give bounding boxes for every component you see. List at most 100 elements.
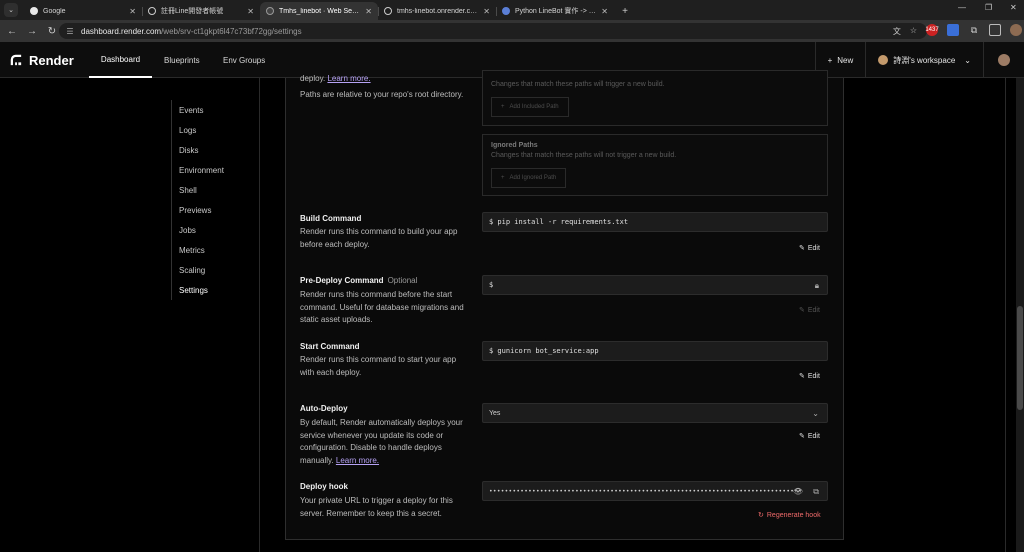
close-icon[interactable]: ✕	[365, 7, 372, 16]
predeploy-command-desc: Render runs this command before the star…	[300, 290, 464, 324]
google-icon	[30, 7, 38, 15]
scrollbar-thumb[interactable]	[1017, 306, 1023, 410]
address-bar-row: ← → ↻ ☰ dashboard.render.com/web/srv-ct1…	[0, 20, 1024, 42]
auto-deploy-value: Yes	[489, 409, 501, 417]
regenerate-hook-button[interactable]: ↻ Regenerate hook	[758, 511, 821, 520]
browser-tab-onrender[interactable]: tmhs-linebot.onrender.com ✕	[378, 2, 496, 20]
translate-icon[interactable]: 文	[893, 26, 901, 37]
extension-icon[interactable]	[947, 24, 959, 36]
tab-search-icon[interactable]: ⌄	[4, 3, 18, 17]
sidebar-item-disks[interactable]: Disks	[172, 140, 231, 160]
sidebar-item-settings[interactable]: Settings	[172, 280, 231, 300]
learn-more-link[interactable]: Learn more.	[327, 74, 370, 83]
add-ignored-label: Add Ignored Path	[509, 175, 557, 181]
site-info-icon[interactable]: ☰	[65, 26, 75, 36]
build-command-edit-button[interactable]: ✎ Edit	[799, 244, 820, 253]
tab-title: Python LineBot 實作 -> 註冊H	[515, 8, 597, 15]
side-panel-icon[interactable]	[989, 24, 1001, 36]
regenerate-label: Regenerate hook	[766, 511, 821, 519]
copy-icon[interactable]: ⧉	[813, 487, 819, 497]
bookmark-star-icon[interactable]: ☆	[910, 26, 917, 37]
sidebar-item-metrics[interactable]: Metrics	[172, 240, 231, 260]
browser-tab-strip: ⌄ Google ✕ 註冊Line開發者帳號 ✕ Tmhs_linebot · …	[0, 0, 1024, 20]
workspace-name: 詩淵's workspace	[893, 55, 956, 65]
close-icon[interactable]: ✕	[247, 7, 254, 16]
deploy-hook-desc: Your private URL to trigger a deploy for…	[300, 496, 453, 518]
lock-icon: 🔒︎	[814, 281, 819, 290]
render-logo[interactable]: Render	[10, 53, 74, 68]
learn-more-link[interactable]: Learn more.	[336, 456, 379, 465]
tab-title: Tmhs_linebot · Web Service	[279, 7, 362, 15]
close-icon[interactable]: ✕	[483, 7, 490, 16]
start-command-field: $ gunicorn bot_service:app	[482, 341, 828, 361]
back-icon[interactable]: ←	[4, 23, 20, 39]
puzzle-icon[interactable]: ⧉	[968, 24, 980, 36]
browser-tab-google[interactable]: Google ✕	[24, 2, 142, 20]
auto-deploy-desc-text: By default, Render automatically deploys…	[300, 418, 463, 465]
pencil-icon: ✎	[799, 373, 805, 380]
chevron-down-icon: ⌄	[964, 55, 971, 65]
eye-icon[interactable]: 👁︎	[793, 487, 803, 496]
auto-deploy-select[interactable]: Yes ⌄	[482, 403, 828, 423]
browser-tab-render[interactable]: Tmhs_linebot · Web Service ✕	[260, 2, 378, 20]
edit-label: Edit	[807, 306, 820, 314]
browser-tab-python-linebot[interactable]: Python LineBot 實作 -> 註冊H ✕	[496, 2, 614, 20]
page-scrollbar[interactable]	[1016, 78, 1024, 552]
ignored-paths-title: Ignored Paths	[491, 142, 538, 149]
extension-badge-icon[interactable]: 1437	[925, 24, 939, 36]
deploy-hook-field: ••••••••••••••••••••••••••••••••••••••••…	[482, 481, 828, 501]
tab-title: tmhs-linebot.onrender.com	[397, 7, 480, 15]
close-icon[interactable]: ✕	[129, 7, 136, 16]
predeploy-command-title: Pre-Deploy Command Optional	[300, 276, 417, 285]
service-sidebar: Events Logs Disks Environment Shell Prev…	[171, 100, 231, 300]
user-menu[interactable]	[983, 42, 1024, 78]
sidebar-item-environment[interactable]: Environment	[172, 160, 231, 180]
new-tab-icon[interactable]: +	[618, 4, 632, 18]
sidebar-item-jobs[interactable]: Jobs	[172, 220, 231, 240]
sidebar-item-previews[interactable]: Previews	[172, 200, 231, 220]
pencil-icon: ✎	[799, 433, 805, 440]
workspace-switcher[interactable]: 詩淵's workspace ⌄	[865, 42, 983, 78]
build-command-value: $ pip install -r requirements.txt	[489, 218, 629, 226]
url-input[interactable]: ☰ dashboard.render.com/web/srv-ct1gkpt6l…	[59, 23, 927, 39]
build-filters-intro-text: deploy.	[300, 74, 326, 83]
window-close-icon[interactable]: ✕	[1010, 3, 1017, 12]
nav-tab-blueprints[interactable]: Blueprints	[164, 42, 200, 78]
globe-icon	[384, 7, 392, 15]
paths-note: Paths are relative to your repo's root d…	[300, 90, 464, 99]
ignored-paths-hint: Changes that match these paths will not …	[491, 152, 677, 159]
add-ignored-path-button[interactable]: + Add Ignored Path	[491, 168, 567, 188]
nav-tab-env-groups[interactable]: Env Groups	[223, 42, 265, 78]
sidebar-item-scaling[interactable]: Scaling	[172, 260, 231, 280]
render-icon	[266, 7, 274, 15]
sidebar-item-shell[interactable]: Shell	[172, 180, 231, 200]
nav-tab-dashboard[interactable]: Dashboard	[89, 42, 152, 78]
sidebar-item-logs[interactable]: Logs	[172, 120, 231, 140]
predeploy-command-field: $ 🔒︎	[482, 275, 828, 295]
browser-tab-line-register[interactable]: 註冊Line開發者帳號 ✕	[142, 2, 260, 20]
reload-icon[interactable]: ↻	[44, 23, 60, 39]
build-command-field: $ pip install -r requirements.txt	[482, 212, 828, 232]
workspace-avatar	[878, 55, 889, 65]
start-command-edit-button[interactable]: ✎ Edit	[799, 372, 820, 381]
sidebar-item-events[interactable]: Events	[172, 100, 231, 120]
profile-avatar[interactable]	[1010, 24, 1022, 36]
auto-deploy-edit-button[interactable]: ✎ Edit	[799, 432, 820, 441]
included-paths-hint: Changes that match these paths will trig…	[491, 81, 665, 88]
maximize-icon[interactable]: ❐	[985, 3, 992, 12]
close-icon[interactable]: ✕	[601, 7, 608, 16]
add-included-label: Add Included Path	[509, 104, 559, 110]
ignored-paths-box: Ignored Paths Changes that match these p…	[482, 134, 828, 196]
add-included-path-button[interactable]: + Add Included Path	[491, 97, 569, 117]
page-icon	[148, 7, 156, 15]
deploy-hook-title: Deploy hook	[300, 482, 349, 491]
plus-icon: +	[501, 175, 505, 181]
edit-label: Edit	[807, 244, 820, 252]
column-divider	[1005, 78, 1006, 552]
render-logo-icon	[10, 54, 22, 66]
build-command-desc: Render runs this command to build your a…	[300, 227, 458, 249]
plus-icon: +	[501, 104, 505, 110]
refresh-icon: ↻	[758, 512, 764, 519]
minimize-icon[interactable]: —	[958, 3, 966, 12]
forward-icon[interactable]: →	[24, 23, 40, 39]
